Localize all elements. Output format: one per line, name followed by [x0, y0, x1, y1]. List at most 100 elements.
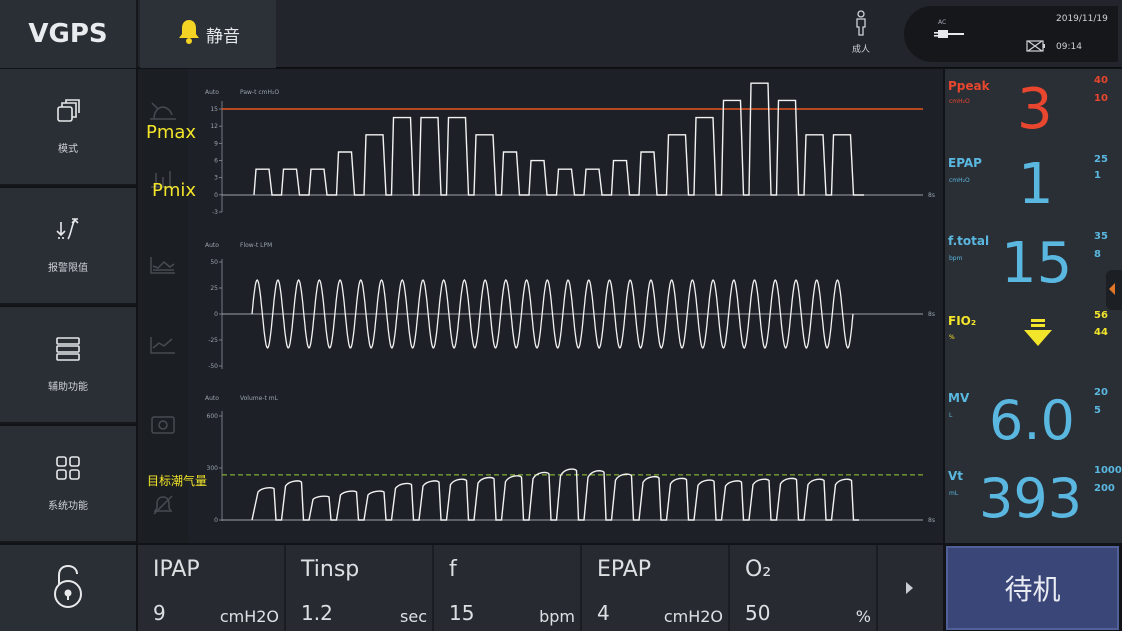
param-ipap[interactable]: IPAP 9 cmH2O [138, 545, 284, 631]
flow-tick-label: -50 [208, 363, 218, 370]
vt-high-limit: 1000 [1094, 465, 1122, 476]
pressure-y-ticks: 15 12 9 6 3 0 -3 [210, 106, 222, 216]
vt-unit: mL [949, 490, 959, 497]
param-value: 1.2 [301, 601, 333, 625]
volume-auto-label: Auto [205, 395, 219, 402]
volume-tick-label: 300 [207, 465, 219, 472]
chart-icon[interactable] [148, 334, 178, 360]
sidebar-item-alarm-limits[interactable]: 报警限值 [0, 188, 136, 305]
flow-tick-label: 50 [210, 259, 218, 266]
flow-tick-label: -25 [208, 337, 218, 344]
date-display: 2019/11/19 [1056, 14, 1108, 24]
pressure-x-end: 8s [928, 192, 935, 199]
mv-unit: L [949, 412, 953, 419]
epap-name: EPAP [948, 156, 982, 170]
mv-name: MV [948, 391, 970, 405]
volume-title: Volume-t mL [240, 395, 279, 402]
ftotal-high-limit: 35 [1094, 231, 1108, 242]
param-tinsp[interactable]: Tinsp 1.2 sec [286, 545, 432, 631]
fio2-unit: % [949, 334, 955, 341]
parameter-bar: IPAP 9 cmH2O Tinsp 1.2 sec f 15 bpm EPAP… [138, 545, 943, 631]
mv-value: 6.0 [989, 389, 1075, 452]
expand-panel-tab[interactable] [1106, 270, 1122, 310]
volume-tick-label: 600 [207, 413, 219, 420]
param-unit: cmH2O [219, 607, 279, 626]
param-o2[interactable]: O₂ 50 % [730, 545, 876, 631]
ftotal-value: 15 [1001, 231, 1073, 296]
param-epap[interactable]: EPAP 4 cmH2O [582, 545, 728, 631]
flow-tick-label: 0 [214, 311, 218, 318]
volume-y-ticks: 600 300 0 [207, 413, 222, 524]
no-battery-icon [1026, 38, 1046, 57]
epap-low-limit: 1 [1094, 170, 1101, 181]
flow-y-ticks: 50 25 0 -25 -50 [208, 259, 222, 370]
waveform-canvas: Auto Paw-t cmH₂O 15 12 9 6 3 0 -3 8s Auto Flow… [205, 82, 935, 524]
standby-button[interactable]: 待机 [946, 546, 1119, 630]
pressure-tick-label: 15 [210, 106, 218, 113]
volume-tick-label: 0 [214, 517, 218, 524]
sidebar-item-system[interactable]: 系统功能 [0, 426, 136, 543]
fio2-low-limit: 44 [1094, 327, 1108, 338]
volume-waveform-area: Auto Volume-t mL 600 300 0 8s [205, 395, 935, 524]
vt-name: Vt [948, 469, 964, 483]
pmax-label: Pmax [146, 122, 197, 143]
volume-x-end: 8s [928, 517, 935, 524]
brand-logo: VGPS [0, 0, 138, 68]
ftotal-unit: bpm [949, 255, 963, 262]
param-unit: bpm [539, 607, 575, 626]
ppeak-unit: cmH₂O [949, 98, 970, 105]
param-value: 9 [153, 601, 166, 625]
more-parameters-button[interactable] [878, 545, 943, 631]
left-sidebar: 模式 报警限值 辅助功能 系统功能 [0, 69, 136, 543]
param-unit: % [855, 607, 871, 626]
chevron-right-icon [906, 582, 913, 594]
pressure-waveform-area: Auto Paw-t cmH₂O 15 12 9 6 3 0 -3 8s [205, 82, 935, 216]
bell-icon [176, 18, 202, 50]
mv-low-limit: 5 [1094, 405, 1101, 416]
flow-title: Flow-t LPM [240, 242, 272, 249]
pressure-tick-label: 9 [214, 140, 218, 147]
sidebar-item-label: 报警限值 [48, 263, 88, 274]
pressure-tick-label: -3 [212, 209, 218, 216]
screenshot-icon[interactable] [148, 414, 178, 440]
sidebar-item-label: 模式 [58, 144, 78, 155]
top-bar: VGPS 静音 成人 AC 2019/11/19 09:14 [0, 0, 1122, 68]
pressure-tick-label: 6 [214, 158, 218, 165]
ac-plug-icon [934, 26, 964, 45]
ppeak-name: Ppeak [948, 79, 990, 93]
adult-person-icon [853, 10, 869, 40]
patient-type-label: 成人 [851, 45, 870, 55]
ac-label: AC [938, 19, 947, 26]
param-f[interactable]: f 15 bpm [434, 545, 580, 631]
lock-icon [51, 564, 85, 612]
ppeak-high-limit: 40 [1094, 75, 1108, 86]
param-name: O₂ [745, 557, 772, 582]
screen-lock-button[interactable] [0, 545, 136, 631]
sidebar-item-label: 辅助功能 [48, 382, 88, 393]
flow-tick-label: 25 [210, 285, 218, 292]
pmix-label: Pmix [152, 180, 197, 201]
alarm-limits-icon [55, 217, 81, 247]
sidebar-item-mode[interactable]: 模式 [0, 69, 136, 186]
flow-waveform-area: Auto Flow-t LPM 50 25 0 -25 -50 8s [205, 242, 935, 370]
mute-button[interactable]: 静音 [140, 0, 276, 68]
pressure-tick-label: 3 [214, 175, 218, 182]
ftotal-name: f.total [948, 234, 990, 248]
sidebar-item-auxiliary[interactable]: 辅助功能 [0, 307, 136, 424]
mv-high-limit: 20 [1094, 387, 1108, 398]
param-value: 50 [745, 601, 771, 625]
mode-icon [55, 98, 81, 128]
param-unit: cmH2O [663, 607, 723, 626]
no-alarm-icon[interactable] [148, 494, 178, 520]
patient-type-button[interactable]: 成人 [838, 10, 884, 55]
sidebar-item-label: 系统功能 [48, 501, 88, 512]
pressure-waveform [253, 82, 864, 196]
fio2-name: FIO₂ [948, 314, 977, 328]
epap-unit: cmH₂O [949, 177, 970, 184]
param-name: f [449, 557, 457, 582]
trend-icon[interactable] [148, 254, 178, 280]
fio2-down-arrow-icon [1023, 319, 1053, 351]
ftotal-low-limit: 8 [1094, 249, 1101, 260]
pressure-tick-label: 0 [214, 192, 218, 199]
chevron-left-icon [1109, 283, 1115, 295]
